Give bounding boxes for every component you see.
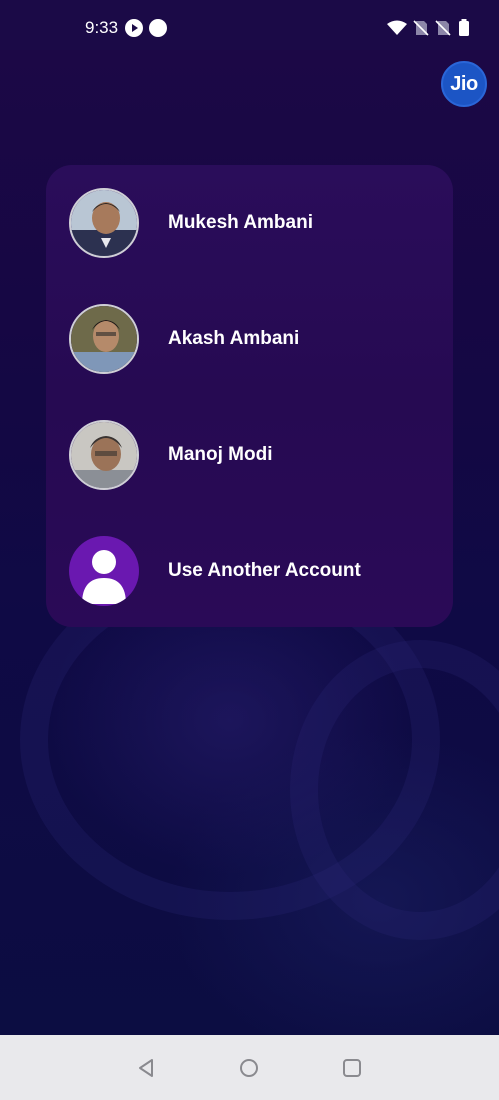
account-item-mukesh-ambani[interactable]: Mukesh Ambani bbox=[46, 178, 453, 268]
account-item-manoj-modi[interactable]: Manoj Modi bbox=[46, 410, 453, 500]
use-another-account-button[interactable]: Use Another Account bbox=[46, 526, 453, 616]
home-icon[interactable] bbox=[239, 1058, 259, 1083]
battery-icon bbox=[458, 19, 470, 42]
avatar bbox=[69, 420, 139, 490]
account-item-akash-ambani[interactable]: Akash Ambani bbox=[46, 294, 453, 384]
play-icon bbox=[125, 19, 143, 37]
dot-icon bbox=[149, 19, 167, 37]
account-chooser-card: Mukesh Ambani Akash Ambani Manoj Modi Us… bbox=[46, 165, 453, 627]
avatar bbox=[69, 188, 139, 258]
account-name: Manoj Modi bbox=[168, 444, 273, 465]
back-icon[interactable] bbox=[137, 1058, 157, 1083]
status-time: 9:33 bbox=[85, 18, 119, 37]
no-sim-icon bbox=[435, 20, 451, 41]
account-name: Akash Ambani bbox=[168, 328, 300, 349]
recents-icon[interactable] bbox=[342, 1058, 362, 1083]
no-sim-icon bbox=[413, 20, 429, 41]
jio-logo[interactable]: Jio bbox=[441, 61, 487, 107]
avatar bbox=[69, 304, 139, 374]
account-name: Use Another Account bbox=[168, 560, 361, 581]
wifi-icon bbox=[387, 20, 407, 41]
status-bar: 9:33 bbox=[0, 0, 499, 50]
account-name: Mukesh Ambani bbox=[168, 212, 313, 233]
user-icon bbox=[69, 536, 139, 606]
